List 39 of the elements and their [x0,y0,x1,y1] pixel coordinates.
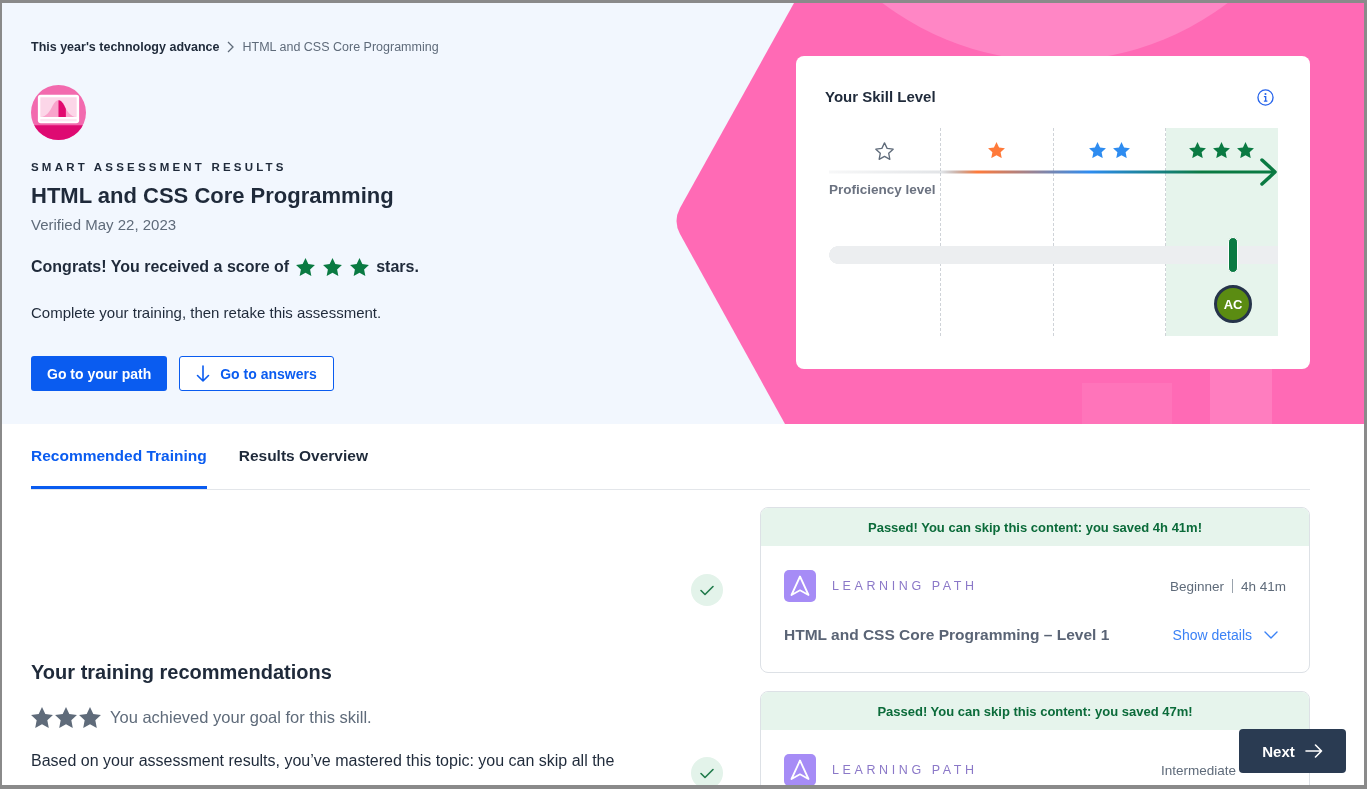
page-title: HTML and CSS Core Programming [31,182,395,210]
star-icon [79,706,101,728]
score-text: stars. [376,257,419,277]
star-icon [350,257,370,277]
summary-text: Based on your assessment results, you’ve mastered this topic: you can skip all the [31,751,616,771]
axis-label: Proficiency level [829,181,936,199]
star-icon [31,706,53,728]
path-title: HTML and CSS Core Programming – Level 1 [784,626,1110,644]
star-icon [55,706,77,728]
score-text: Congrats! You received a score of [31,257,290,277]
section-heading: Your training recommendations [31,660,333,685]
passed-banner: Passed! You can skip this content: you saved 47m! [761,692,1309,730]
star-icon [296,257,316,277]
chevron-down-icon [1264,631,1278,639]
goal-text: You achieved your goal for this skill. [110,707,372,728]
tab[interactable]: Recommended Training [31,424,207,489]
chevron-right-icon [227,41,235,53]
card-title: Your Skill Level [825,87,936,107]
path-button[interactable]: Go to your path [31,356,168,391]
difficulty-label: Intermediate [1160,762,1236,778]
tab[interactable]: Results Overview [238,424,368,489]
info-icon[interactable] [1257,88,1274,106]
breadcrumb-current: HTML and CSS Core Programming [242,39,439,56]
monitor-chart-icon [31,85,86,140]
answers-button[interactable]: Go to answers [179,356,334,391]
passed-banner: Passed! You can skip this content: you saved 4h 41m! [761,508,1309,546]
next-button[interactable]: Next [1239,729,1346,773]
duration-label: 4h 41m [1240,578,1286,594]
content-type-label: LEARNING PATH [832,579,978,593]
eyebrow-label: SMART ASSESSMENT RESULTS [31,160,288,175]
verified-date: Verified May 22, 2023 [31,215,178,235]
difficulty-label: Beginner [1169,578,1224,594]
instruction-text: Complete your training, then retake this assessment. [31,303,383,323]
content-type-label: LEARNING PATH [832,763,978,777]
arrow-right-icon [1304,744,1323,758]
show-details-link[interactable]: Show details [1172,627,1286,643]
arrow-down-icon [196,364,211,383]
star-icon [323,257,343,277]
breadcrumb-link[interactable]: This year's technology advance [31,38,220,56]
